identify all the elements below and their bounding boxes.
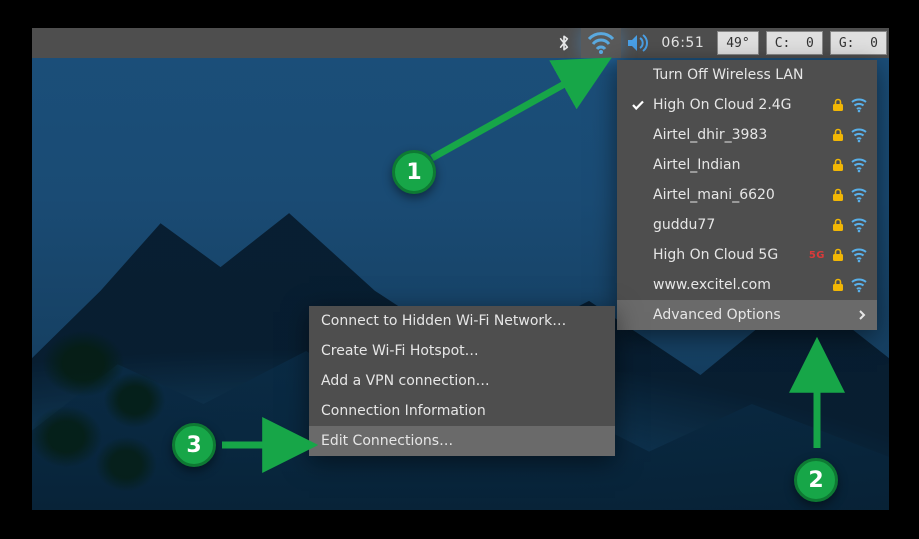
wallpaper-foliage — [32, 327, 203, 510]
submenu-item-connection-info[interactable]: Connection Information — [309, 396, 615, 426]
submenu-item-create-hotspot[interactable]: Create Wi-Fi Hotspot… — [309, 336, 615, 366]
annotation-arrow-2 — [787, 338, 847, 468]
submenu-item-edit-connections[interactable]: Edit Connections… — [309, 426, 615, 456]
wifi-signal-icon — [851, 127, 867, 143]
network-ssid: guddu77 — [653, 217, 827, 233]
network-ssid: High On Cloud 5G — [653, 247, 805, 263]
annotation-step-3: 3 — [172, 423, 216, 467]
network-menu: Turn Off Wireless LAN High On Cloud 2.4G… — [617, 60, 877, 330]
clock[interactable]: 06:51 — [655, 35, 710, 51]
submenu-item-label: Connect to Hidden Wi-Fi Network… — [321, 313, 566, 329]
submenu-item-label: Edit Connections… — [321, 433, 453, 449]
network-ssid: Airtel_Indian — [653, 157, 827, 173]
annotation-step-2: 2 — [794, 458, 838, 502]
wifi-signal-icon — [851, 247, 867, 263]
chevron-right-icon — [857, 310, 867, 320]
lock-icon — [831, 128, 845, 142]
annotation-arrow-3 — [212, 430, 322, 460]
checkmark-icon — [631, 98, 645, 112]
menu-item-network[interactable]: High On Cloud 5G 5G — [617, 240, 877, 270]
menu-item-network[interactable]: Airtel_dhir_3983 — [617, 120, 877, 150]
wifi-signal-icon — [851, 157, 867, 173]
lock-icon — [831, 218, 845, 232]
wifi-signal-icon — [851, 277, 867, 293]
menu-item-turn-off-wifi[interactable]: Turn Off Wireless LAN — [617, 60, 877, 90]
five-g-badge: 5G — [809, 250, 825, 261]
desktop-area: 06:51 49° C: 0 G: 0 Turn Off Wireless LA… — [32, 28, 889, 510]
submenu-item-add-vpn[interactable]: Add a VPN connection… — [309, 366, 615, 396]
menu-item-network[interactable]: Airtel_mani_6620 — [617, 180, 877, 210]
temperature-widget[interactable]: 49° — [717, 31, 758, 55]
network-ssid: Airtel_dhir_3983 — [653, 127, 827, 143]
lock-icon — [831, 158, 845, 172]
menu-item-label: Advanced Options — [653, 307, 853, 323]
annotation-arrow-1 — [402, 48, 632, 178]
wifi-signal-icon — [851, 187, 867, 203]
wifi-signal-icon — [851, 97, 867, 113]
gpu-usage-widget[interactable]: G: 0 — [830, 31, 887, 55]
network-ssid: High On Cloud 2.4G — [653, 97, 827, 113]
submenu-item-label: Create Wi-Fi Hotspot… — [321, 343, 479, 359]
menu-item-advanced-options[interactable]: Advanced Options — [617, 300, 877, 330]
network-ssid: Airtel_mani_6620 — [653, 187, 827, 203]
lock-icon — [831, 248, 845, 262]
menu-item-network[interactable]: guddu77 — [617, 210, 877, 240]
menu-item-network[interactable]: Airtel_Indian — [617, 150, 877, 180]
advanced-options-submenu: Connect to Hidden Wi-Fi Network… Create … — [309, 306, 615, 456]
network-ssid: www.excitel.com — [653, 277, 827, 293]
menu-item-network[interactable]: www.excitel.com — [617, 270, 877, 300]
lock-icon — [831, 278, 845, 292]
menu-item-label: Turn Off Wireless LAN — [653, 67, 863, 83]
wifi-signal-icon — [851, 217, 867, 233]
menu-item-network[interactable]: High On Cloud 2.4G — [617, 90, 877, 120]
submenu-item-label: Add a VPN connection… — [321, 373, 490, 389]
lock-icon — [831, 188, 845, 202]
submenu-item-connect-hidden[interactable]: Connect to Hidden Wi-Fi Network… — [309, 306, 615, 336]
cpu-usage-widget[interactable]: C: 0 — [766, 31, 823, 55]
submenu-item-label: Connection Information — [321, 403, 486, 419]
annotation-step-1: 1 — [392, 150, 436, 194]
lock-icon — [831, 98, 845, 112]
